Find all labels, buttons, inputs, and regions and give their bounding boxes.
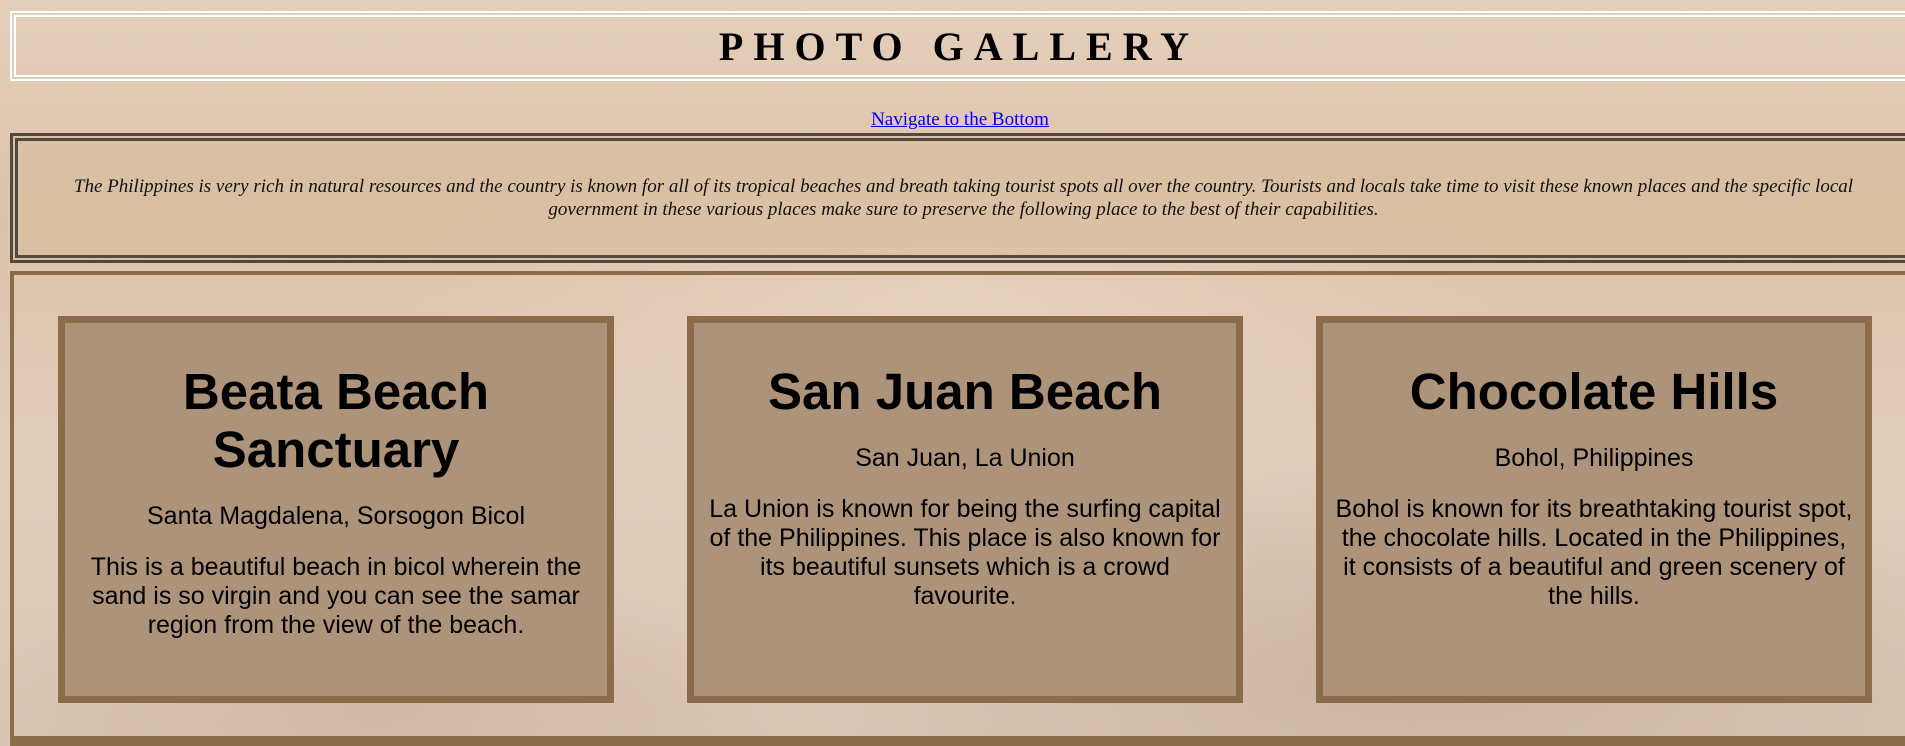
page-title: PHOTO GALLERY <box>718 23 1200 69</box>
card-location: Santa Magdalena, Sorsogon Bicol <box>146 502 526 530</box>
gallery-card-beata-beach: Beata Beach Sanctuary Santa Magdalena, S… <box>58 316 614 703</box>
card-location: San Juan, La Union <box>855 444 1075 472</box>
card-location: Bohol, Philippines <box>1494 444 1694 472</box>
intro-text: The Philippines is very rich in natural … <box>73 176 1854 220</box>
card-description: La Union is known for being the surfing … <box>709 495 1221 610</box>
card-description: This is a beautiful beach in bicol where… <box>90 553 582 639</box>
gallery-container: Beata Beach Sanctuary Santa Magdalena, S… <box>10 271 1905 746</box>
gallery-card-san-juan-beach: San Juan Beach San Juan, La Union La Uni… <box>687 316 1243 703</box>
card-title: Chocolate Hills <box>1409 363 1779 420</box>
gallery-card-chocolate-hills: Chocolate Hills Bohol, Philippines Bohol… <box>1316 316 1872 703</box>
card-title: Beata Beach Sanctuary <box>182 363 490 478</box>
intro-box: The Philippines is very rich in natural … <box>10 133 1905 263</box>
card-title: San Juan Beach <box>768 363 1162 420</box>
card-description: Bohol is known for its breathtaking tour… <box>1335 495 1853 610</box>
page-title-box: PHOTO GALLERY <box>10 11 1905 81</box>
navigate-to-bottom-link[interactable]: Navigate to the Bottom <box>871 109 1049 130</box>
nav-link-container: Navigate to the Bottom <box>0 109 1905 131</box>
